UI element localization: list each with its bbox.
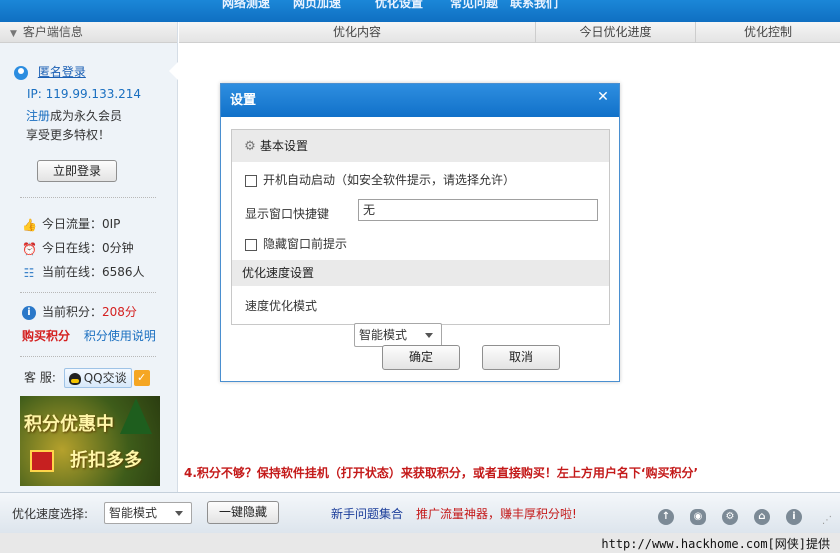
service-label: 客 服: (24, 370, 56, 385)
hotkey-label: 显示窗口快捷键 (245, 207, 330, 221)
divider (20, 197, 156, 198)
sidebar-pointer (169, 62, 178, 80)
home-icon[interactable]: ⌂ (754, 509, 770, 525)
ok-button[interactable]: 确定 (382, 345, 460, 370)
resize-grip-icon[interactable]: ⋰ (822, 515, 832, 526)
anonymous-login-link[interactable]: 匿名登录 (38, 65, 86, 79)
buy-points-link[interactable]: 购买积分 (22, 329, 70, 343)
register-link[interactable]: 注册 (26, 109, 50, 123)
column-header-content[interactable]: 优化内容 (179, 22, 536, 43)
points-tip: 4.积分不够？保持软件挂机（打开状态）来获取积分，或者直接购买！左上方用户名下‘… (184, 466, 699, 480)
dropdown-arrow-icon (425, 333, 433, 338)
alarm-clock-icon: ⏰ (22, 241, 37, 256)
top-menu-item[interactable]: 网络测速 (222, 0, 270, 11)
speed-settings-section: 优化速度设置 (232, 260, 609, 286)
top-menu-item[interactable]: 常见问题 (450, 0, 498, 11)
autostart-label[interactable]: 开机自动启动（如安全软件提示，请选择允许） (263, 173, 515, 187)
points-promo-banner[interactable]: 积分优惠中 折扣多多 (20, 396, 160, 486)
online-users-icon: ☷ (23, 265, 35, 280)
divider (20, 292, 156, 293)
top-menu-item[interactable]: 优化设置 (375, 0, 423, 11)
top-menu-bar: 网络测速 网页加速 优化设置 常见问题 联系我们 (0, 0, 840, 22)
divider (20, 356, 156, 357)
register-text: 成为永久会员 (50, 109, 123, 123)
banner-line-2: 折扣多多 (70, 450, 142, 471)
upload-icon[interactable]: ↑ (658, 509, 674, 525)
hide-tip-checkbox[interactable] (245, 238, 257, 251)
qq-penguin-icon (68, 372, 81, 385)
privilege-text: 享受更多特权！ (26, 128, 111, 142)
today-traffic: 今日流量：0IP (42, 217, 121, 231)
top-menu-item[interactable]: 联系我们 (510, 0, 558, 11)
task-table-header: 优化内容 今日优化进度 优化控制 (179, 22, 840, 43)
gift-box-icon (30, 450, 54, 472)
user-icon (14, 65, 28, 80)
settings-panel: ⚙ 基本设置 开机自动启动（如安全软件提示，请选择允许） 显示窗口快捷键 无 隐藏… (231, 129, 610, 347)
hide-tip-label[interactable]: 隐藏窗口前提示 (263, 237, 347, 251)
sidebar-header[interactable]: ▼ 客户端信息 (0, 22, 177, 43)
ip-address: IP: 119.99.133.214 (27, 87, 142, 101)
dialog-title: 设置 (230, 93, 257, 108)
promo-link[interactable]: 推广流量神器，赚丰厚积分啦! (416, 505, 577, 522)
collapse-triangle-icon[interactable]: ▼ (10, 29, 17, 39)
cancel-button[interactable]: 取消 (482, 345, 560, 370)
gear-icon: ⚙ (244, 139, 256, 154)
qq-chat-button[interactable]: QQ交谈 (63, 368, 132, 388)
speed-select-label: 优化速度选择: (12, 507, 89, 521)
watermark-text: http://www.hackhome.com[网侠]提供 (601, 537, 830, 551)
column-header-progress[interactable]: 今日优化进度 (536, 22, 696, 43)
watermark-bar: http://www.hackhome.com[网侠]提供 (0, 533, 840, 553)
banner-line-1: 积分优惠中 (24, 414, 114, 435)
dialog-title-bar[interactable]: 设置 ✕ (221, 84, 619, 117)
thumbs-up-icon: 👍 (22, 217, 37, 232)
gear-icon[interactable]: ⚙ (722, 509, 738, 525)
points-help-link[interactable]: 积分使用说明 (84, 329, 156, 343)
speed-mode-dropdown[interactable]: 智能模式 (104, 502, 192, 524)
basic-settings-section: ⚙ 基本设置 (232, 130, 609, 162)
faq-link[interactable]: 新手问题集合 (331, 505, 403, 522)
login-button[interactable]: 立即登录 (37, 160, 117, 182)
client-info-sidebar: ▼ 客户端信息 匿名登录 IP: 119.99.133.214 注册成为永久会员 … (0, 22, 178, 492)
bottom-toolbar: 优化速度选择: 智能模式 一键隐藏 新手问题集合 推广流量神器，赚丰厚积分啦! … (0, 492, 840, 533)
speed-mode-select[interactable]: 智能模式 (354, 323, 442, 347)
column-header-control[interactable]: 优化控制 (696, 22, 840, 43)
hotkey-input[interactable]: 无 (358, 199, 598, 221)
about-icon[interactable]: i (786, 509, 802, 525)
today-online-time: 今日在线：0分钟 (42, 241, 134, 255)
check-icon[interactable]: ✓ (133, 370, 150, 386)
eye-icon[interactable]: ◉ (690, 509, 706, 525)
top-menu-item[interactable]: 网页加速 (293, 0, 341, 11)
one-click-hide-button[interactable]: 一键隐藏 (207, 501, 279, 524)
info-icon: i (22, 305, 36, 320)
dropdown-arrow-icon (175, 511, 183, 516)
christmas-tree-icon (120, 398, 152, 434)
points-value: 208分 (102, 305, 137, 319)
settings-dialog: 设置 ✕ ⚙ 基本设置 开机自动启动（如安全软件提示，请选择允许） 显示窗口快捷键… (220, 83, 620, 382)
points-label: 当前积分： (42, 305, 103, 319)
close-icon[interactable]: ✕ (587, 84, 619, 110)
autostart-checkbox[interactable] (245, 174, 257, 187)
speed-mode-label: 速度优化模式 (245, 299, 318, 313)
current-online: 当前在线：6586人 (42, 265, 145, 279)
